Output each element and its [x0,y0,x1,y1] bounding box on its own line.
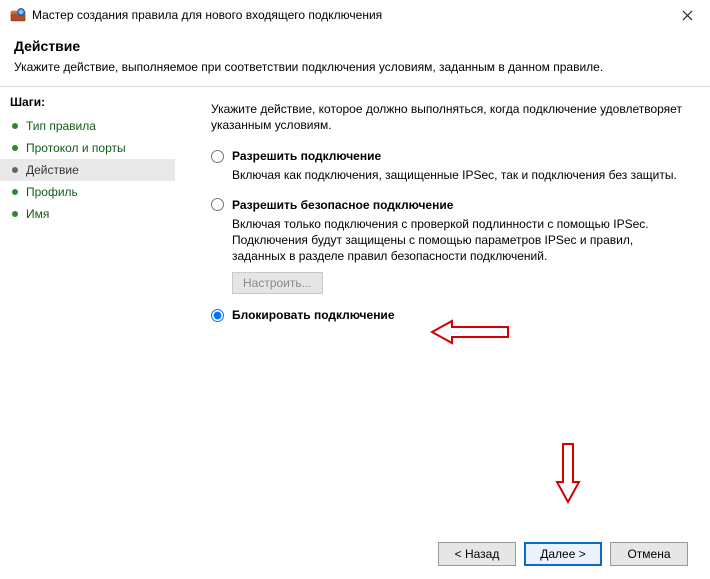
radio-block-row[interactable]: Блокировать подключение [211,308,690,322]
window-title: Мастер создания правила для нового входя… [32,8,672,22]
sidebar-item-action[interactable]: Действие [0,159,175,181]
titlebar: Мастер создания правила для нового входя… [0,0,710,30]
radio-block[interactable] [211,309,224,322]
bullet-icon [12,145,18,151]
cancel-button[interactable]: Отмена [610,542,688,566]
wizard-footer: < Назад Далее > Отмена [0,528,710,579]
back-button[interactable]: < Назад [438,542,516,566]
radio-allow-secure-row[interactable]: Разрешить безопасное подключение [211,198,690,212]
sidebar-item-protocol-ports[interactable]: Протокол и порты [0,137,175,159]
radio-allow-secure[interactable] [211,198,224,211]
wizard-header: Действие Укажите действие, выполняемое п… [0,30,710,86]
option-desc: Включая только подключения с проверкой п… [232,216,690,265]
sidebar-item-label: Действие [26,163,79,177]
radio-allow-row[interactable]: Разрешить подключение [211,149,690,163]
option-label: Разрешить безопасное подключение [232,198,453,212]
next-button[interactable]: Далее > [524,542,602,566]
sidebar-item-label: Протокол и порты [26,141,126,155]
steps-sidebar: Шаги: Тип правила Протокол и порты Дейст… [0,87,175,528]
sidebar-item-label: Тип правила [26,119,96,133]
instruction-text: Укажите действие, которое должно выполня… [211,101,690,133]
sidebar-item-profile[interactable]: Профиль [0,181,175,203]
option-desc: Включая как подключения, защищенные IPSe… [232,167,690,183]
bullet-icon [12,189,18,195]
sidebar-item-name[interactable]: Имя [0,203,175,225]
option-label: Разрешить подключение [232,149,381,163]
option-allow: Разрешить подключение Включая как подклю… [211,149,690,183]
firewall-wizard-icon [10,7,26,23]
sidebar-item-label: Профиль [26,185,78,199]
close-button[interactable] [672,0,702,30]
option-block: Блокировать подключение [211,308,690,322]
page-title: Действие [14,38,696,54]
bullet-icon [12,167,18,173]
sidebar-item-rule-type[interactable]: Тип правила [0,115,175,137]
bullet-icon [12,123,18,129]
option-label: Блокировать подключение [232,308,395,322]
main-panel: Укажите действие, которое должно выполня… [175,87,710,528]
page-subtitle: Укажите действие, выполняемое при соотве… [14,60,696,74]
sidebar-title: Шаги: [0,95,175,115]
configure-button: Настроить... [232,272,323,294]
sidebar-item-label: Имя [26,207,49,221]
option-allow-secure: Разрешить безопасное подключение Включая… [211,198,690,295]
bullet-icon [12,211,18,217]
radio-allow[interactable] [211,150,224,163]
